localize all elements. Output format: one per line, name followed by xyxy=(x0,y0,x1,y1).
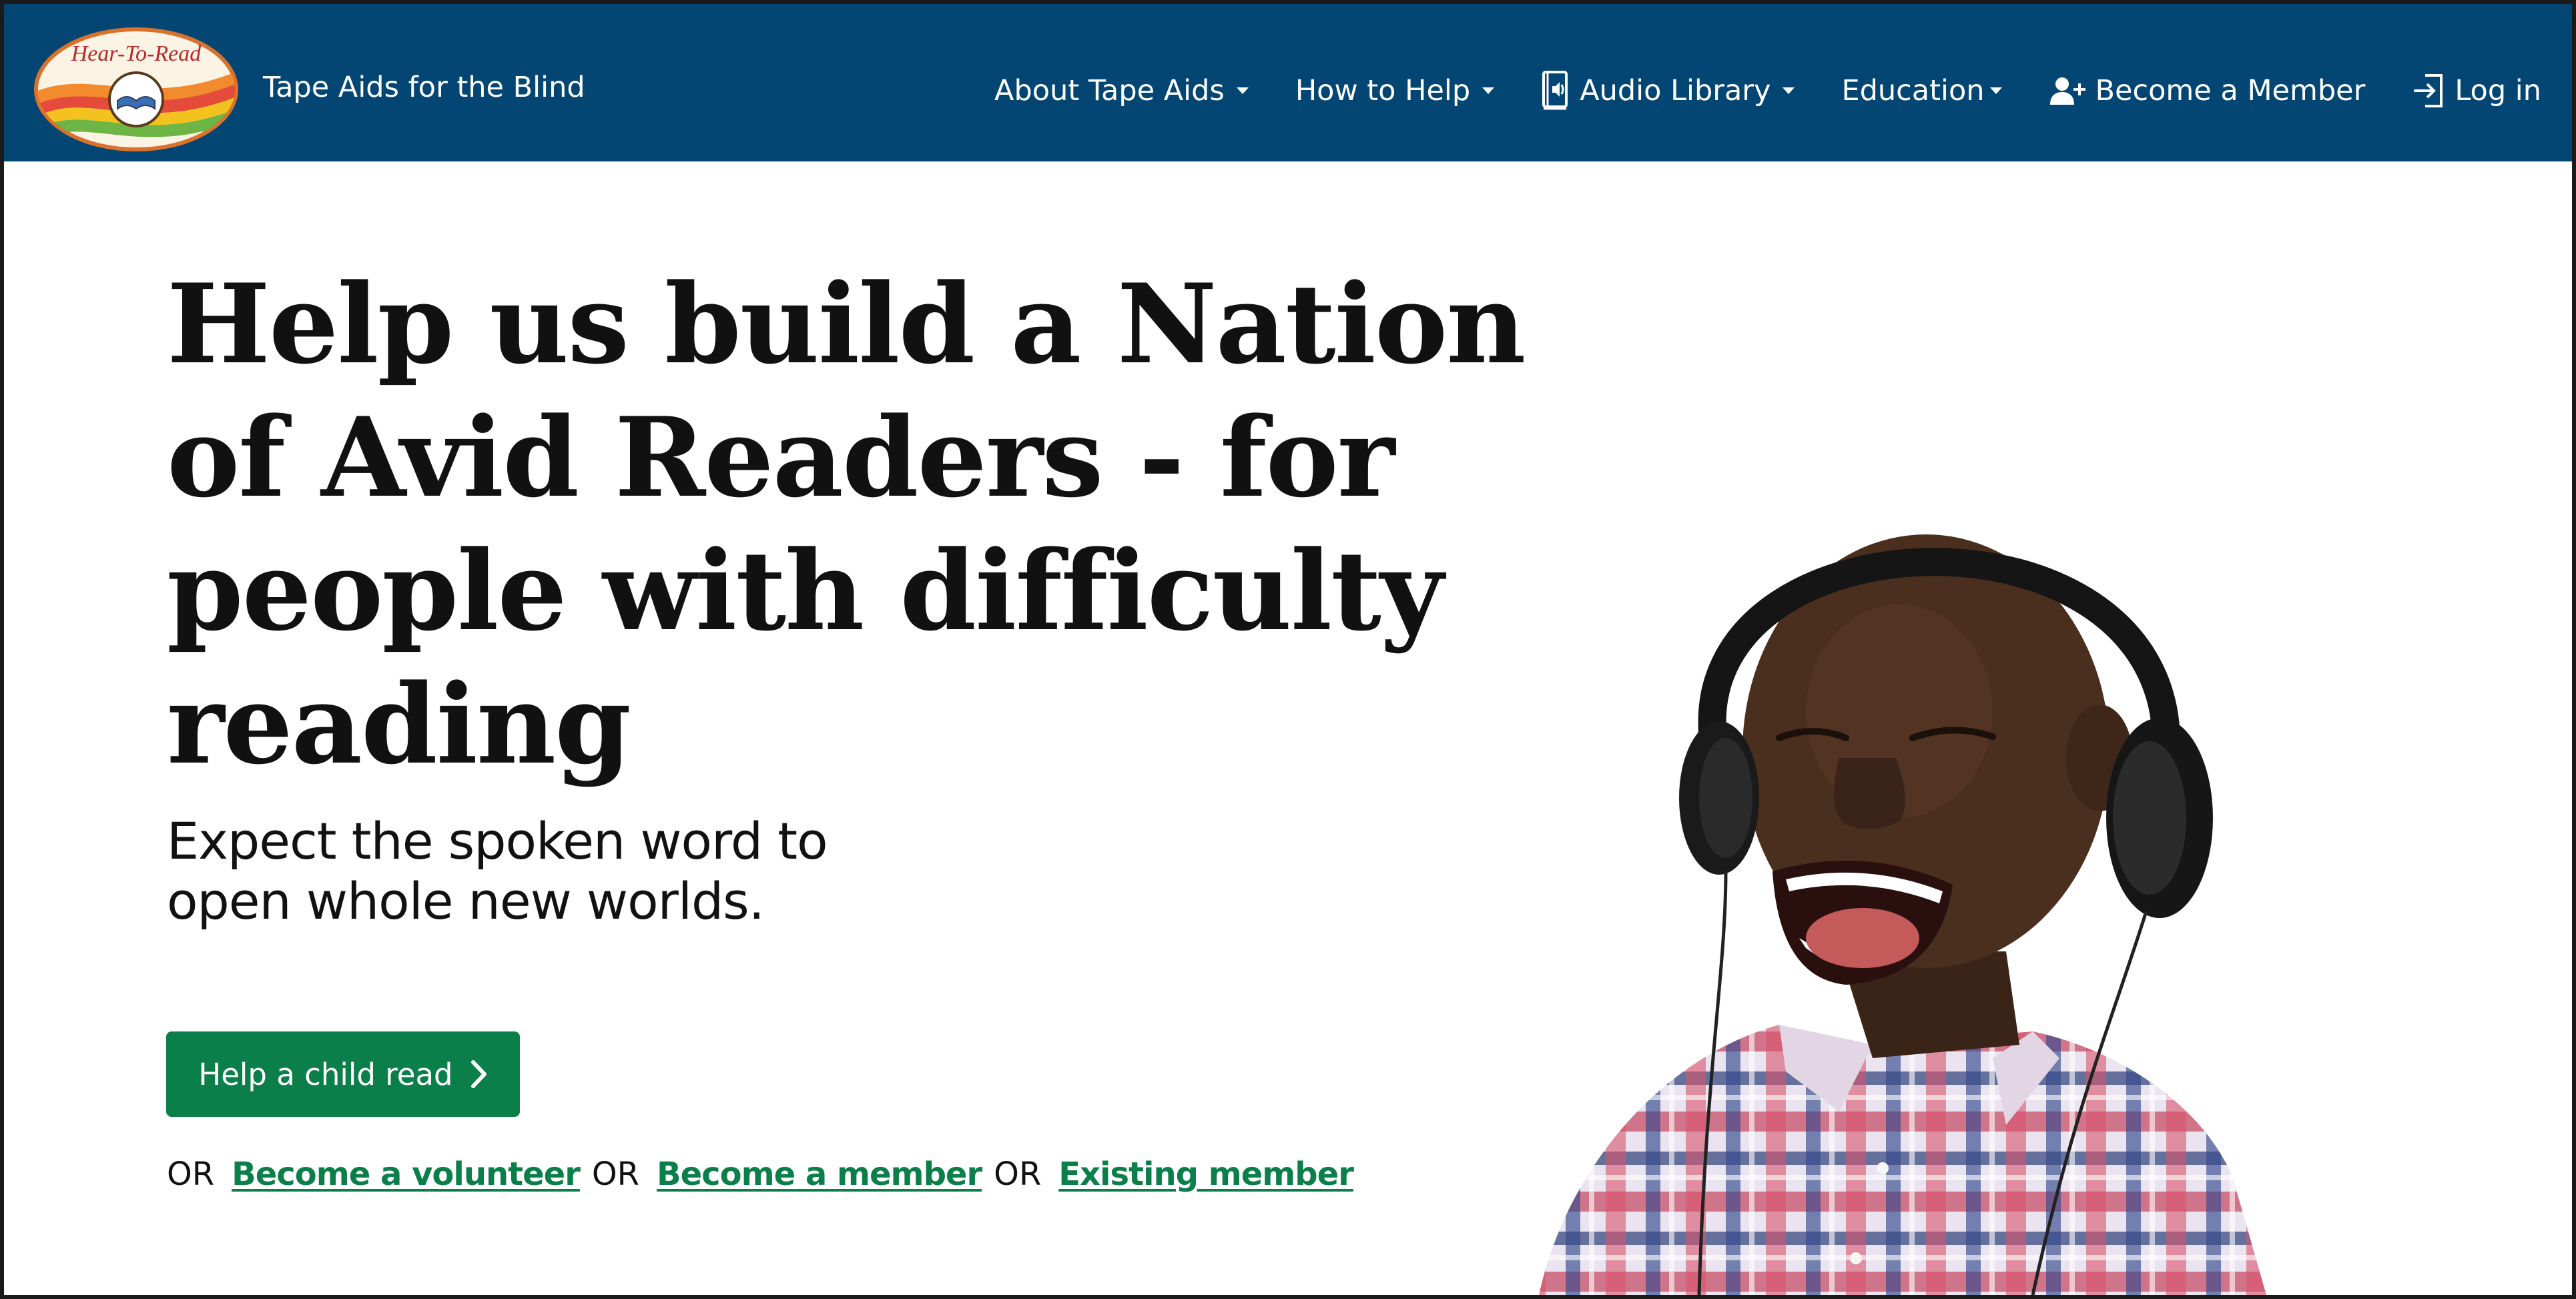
nav-label: About Tape Aids xyxy=(994,74,1225,107)
page: Hear-To-Read Tape Aids for the Blind Abo… xyxy=(4,4,2572,1295)
logo-text: Hear-To-Read xyxy=(71,41,202,66)
cta-label: Help a child read xyxy=(198,1056,453,1092)
hero-subtitle: Expect the spoken word to open whole new… xyxy=(167,811,968,931)
nav-log-in[interactable]: Log in xyxy=(2412,73,2541,109)
become-a-member-link[interactable]: Become a member xyxy=(657,1156,982,1193)
become-a-volunteer-link[interactable]: Become a volunteer xyxy=(232,1156,581,1193)
nav-become-a-member[interactable]: Become a Member xyxy=(2049,74,2366,107)
hero-title: Help us build a Nation of Avid Readers -… xyxy=(167,258,1526,791)
nav-label: Become a Member xyxy=(2095,74,2366,107)
nav-label: How to Help xyxy=(1295,74,1471,107)
caret-down-icon xyxy=(1236,87,1249,94)
hero-title-line: of Avid Readers - for xyxy=(167,393,1395,522)
brand-name[interactable]: Tape Aids for the Blind xyxy=(263,69,585,106)
hero-title-line: Help us build a Nation xyxy=(167,260,1526,388)
caret-down-icon xyxy=(1783,87,1795,94)
main-navigation: About Tape Aids How to Help Audio Librar… xyxy=(994,68,2541,113)
nav-label: Education xyxy=(1841,74,1985,107)
alternative-actions: OR Become a volunteer OR Become a member… xyxy=(167,1153,1354,1196)
hero-title-line: reading xyxy=(167,660,631,789)
caret-down-icon xyxy=(1989,87,2002,94)
top-navbar: Hear-To-Read Tape Aids for the Blind Abo… xyxy=(4,4,2572,161)
hero-photo-child-with-headphones xyxy=(1526,471,2420,1295)
hero-subtitle-line: Expect the spoken word to xyxy=(167,811,828,871)
or-text: OR xyxy=(994,1156,1042,1193)
chevron-right-icon xyxy=(470,1059,488,1089)
nav-label: Audio Library xyxy=(1580,74,1771,107)
or-text: OR xyxy=(167,1156,215,1193)
nav-label: Log in xyxy=(2455,74,2541,107)
login-icon xyxy=(2412,73,2445,109)
audio-book-icon xyxy=(1541,70,1570,111)
nav-audio-library[interactable]: Audio Library xyxy=(1541,70,1795,111)
add-user-icon xyxy=(2049,75,2086,106)
existing-member-link[interactable]: Existing member xyxy=(1058,1156,1354,1193)
hero-subtitle-line: open whole new worlds. xyxy=(167,871,765,931)
nav-education[interactable]: Education xyxy=(1841,74,2002,107)
hero-title-line: people with difficulty xyxy=(167,526,1443,655)
help-a-child-read-button[interactable]: Help a child read xyxy=(166,1031,520,1117)
nav-about-tape-aids[interactable]: About Tape Aids xyxy=(994,74,1249,107)
hear-to-read-logo[interactable]: Hear-To-Read xyxy=(33,26,240,153)
nav-how-to-help[interactable]: How to Help xyxy=(1295,74,1495,107)
or-text: OR xyxy=(591,1156,640,1193)
caret-down-icon xyxy=(1482,87,1495,94)
